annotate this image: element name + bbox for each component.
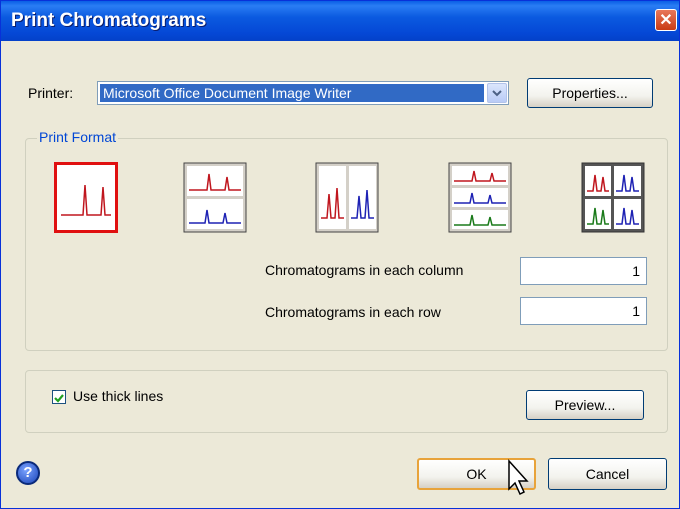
printer-selected-value: Microsoft Office Document Image Writer	[100, 84, 484, 102]
thick-lines-label[interactable]: Use thick lines	[73, 388, 163, 404]
row-count-input[interactable]: 1	[520, 297, 647, 325]
column-count-input[interactable]: 1	[520, 257, 647, 285]
cancel-button[interactable]: Cancel	[548, 458, 667, 490]
chevron-down-icon[interactable]	[487, 83, 507, 103]
close-button[interactable]: ✕	[655, 9, 677, 31]
format-two-columns-icon[interactable]	[315, 162, 379, 233]
title-bar[interactable]: Print Chromatograms ✕	[1, 1, 679, 41]
properties-button[interactable]: Properties...	[527, 78, 653, 108]
format-three-rows-icon[interactable]	[448, 162, 512, 233]
print-chromatograms-dialog: Print Chromatograms ✕ Printer: Microsoft…	[0, 0, 680, 509]
close-icon: ✕	[659, 12, 673, 29]
format-single-icon[interactable]	[54, 162, 118, 233]
row-count-label: Chromatograms in each row	[265, 304, 441, 320]
column-count-label: Chromatograms in each column	[265, 262, 464, 278]
printer-label: Printer:	[28, 85, 74, 101]
format-grid-icon[interactable]	[581, 162, 645, 233]
help-icon[interactable]: ?	[16, 461, 40, 485]
printer-select[interactable]: Microsoft Office Document Image Writer	[97, 81, 509, 105]
print-format-legend: Print Format	[37, 129, 119, 145]
preview-button[interactable]: Preview...	[526, 390, 644, 420]
dialog-title: Print Chromatograms	[11, 10, 207, 31]
format-two-rows-icon[interactable]	[183, 162, 247, 233]
thick-lines-checkbox[interactable]	[52, 390, 66, 404]
mouse-pointer-icon	[508, 459, 529, 496]
